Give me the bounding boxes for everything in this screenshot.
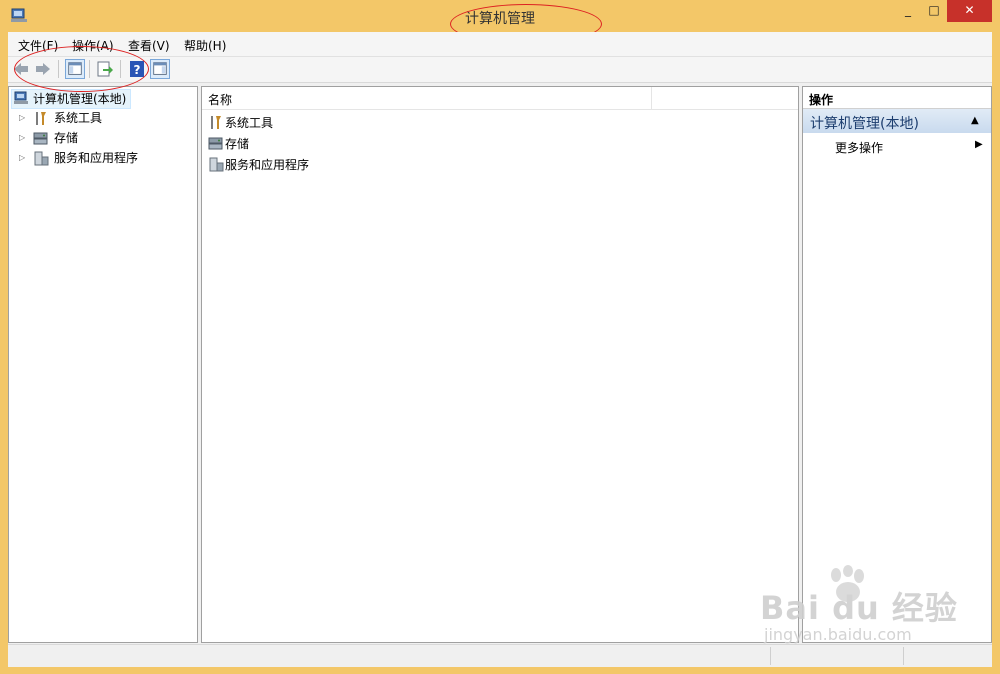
collapse-arrow-icon[interactable]: ▲ — [971, 115, 979, 126]
tree-item-label: 计算机管理(本地) — [33, 92, 127, 106]
list-header: 名称 — [202, 87, 798, 110]
tree-item-label: 服务和应用程序 — [54, 151, 139, 165]
tools-icon — [211, 116, 221, 129]
menu-action[interactable]: 操作(A) — [72, 37, 114, 54]
forward-arrow-icon[interactable] — [33, 59, 53, 79]
more-actions-item[interactable]: 更多操作 — [835, 139, 883, 156]
show-hide-action-pane-icon[interactable] — [150, 59, 170, 79]
expand-arrow-icon[interactable]: ▷ — [19, 109, 25, 127]
services-icon — [209, 157, 224, 172]
toolbar-separator — [89, 60, 90, 78]
computer-management-icon — [14, 91, 28, 104]
tree-item-root[interactable]: 计算机管理(本地) — [11, 89, 131, 109]
list-item-label: 系统工具 — [225, 116, 274, 130]
menu-file[interactable]: 文件(F) — [18, 37, 58, 54]
status-bar — [8, 644, 992, 667]
column-header-name[interactable]: 名称 — [208, 91, 232, 108]
list-item-label: 服务和应用程序 — [225, 158, 310, 172]
list-item-label: 存储 — [225, 137, 250, 151]
menu-bar: 文件(F) 操作(A) 查看(V) 帮助(H) — [8, 32, 992, 57]
menu-help[interactable]: 帮助(H) — [184, 37, 226, 54]
tree-item-label: 系统工具 — [54, 111, 103, 125]
title-bar[interactable]: 计算机管理 _ □ ✕ — [0, 0, 1000, 44]
action-pane-header: 操作 — [803, 87, 991, 109]
show-hide-tree-icon[interactable] — [65, 59, 85, 79]
tools-icon — [36, 112, 46, 125]
expand-arrow-icon[interactable]: ▷ — [19, 149, 25, 167]
column-divider[interactable] — [651, 87, 652, 109]
tree-item-services-apps[interactable]: ▷ 服务和应用程序 — [9, 149, 195, 167]
storage-icon — [33, 132, 48, 145]
maximize-button[interactable]: □ — [921, 0, 947, 22]
services-icon — [34, 151, 49, 166]
close-button[interactable]: ✕ — [947, 0, 992, 22]
toolbar-separator — [120, 60, 121, 78]
svg-text:?: ? — [134, 63, 141, 77]
submenu-arrow-icon: ▶ — [975, 139, 983, 150]
toolbar-separator — [58, 60, 59, 78]
action-section-label: 计算机管理(本地) — [810, 116, 919, 132]
storage-icon — [208, 137, 223, 150]
status-divider — [770, 647, 771, 665]
minimize-button[interactable]: _ — [895, 0, 921, 22]
expand-arrow-icon[interactable]: ▷ — [19, 129, 25, 147]
export-list-icon[interactable] — [95, 59, 115, 79]
client-area: 文件(F) 操作(A) 查看(V) 帮助(H) ? 计算机管理(本地) ▷ 系统… — [8, 32, 992, 667]
action-section-header[interactable]: 计算机管理(本地) ▲ — [803, 109, 991, 133]
tree-item-label: 存储 — [54, 131, 79, 145]
console-tree: 计算机管理(本地) ▷ 系统工具 ▷ 存储 ▷ 服务和应用程序 — [8, 86, 198, 643]
help-icon[interactable]: ? — [127, 59, 147, 79]
action-pane: 操作 计算机管理(本地) ▲ 更多操作 ▶ — [802, 86, 992, 643]
back-arrow-icon[interactable] — [11, 59, 31, 79]
status-divider — [903, 647, 904, 665]
tree-item-storage[interactable]: ▷ 存储 — [9, 129, 195, 147]
action-pane-title: 操作 — [809, 93, 834, 107]
menu-view[interactable]: 查看(V) — [128, 37, 170, 54]
tree-item-system-tools[interactable]: ▷ 系统工具 — [9, 109, 195, 127]
app-window: 计算机管理 _ □ ✕ 文件(F) 操作(A) 查看(V) 帮助(H) ? 计算… — [0, 0, 1000, 674]
results-list: 名称 系统工具 存储 服务和应用程序 — [201, 86, 799, 643]
toolbar: ? — [8, 57, 992, 83]
